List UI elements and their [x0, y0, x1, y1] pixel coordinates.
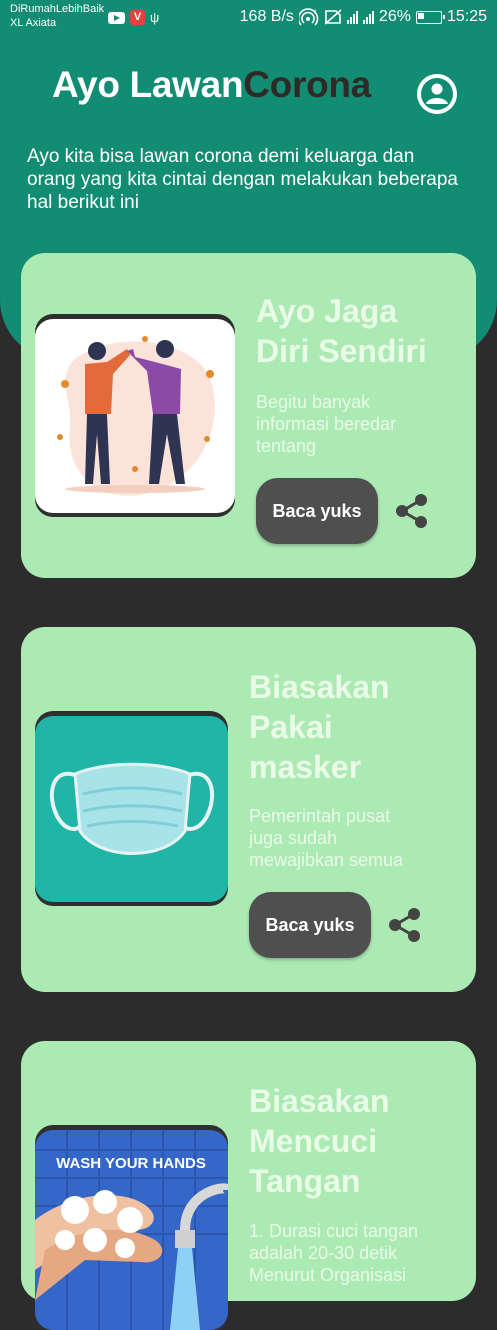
- card-title: Ayo Jaga Diri Sendiri: [256, 293, 427, 369]
- signal-icon: [346, 10, 358, 24]
- app-title: Ayo LawanCorona: [52, 64, 371, 106]
- card-image: [35, 319, 235, 513]
- signal-4g-icon: [362, 10, 374, 24]
- card-description: Begitu banyak informasi beredar tentang: [256, 392, 397, 456]
- clock: 15:25: [446, 8, 487, 25]
- carrier-line2: XL Axiata: [10, 17, 57, 29]
- card-title: Biasakan Pakai masker: [249, 669, 390, 785]
- card-pakai-masker[interactable]: Biasakan Pakai masker Pemerintah pusat j…: [21, 627, 476, 992]
- profile-button[interactable]: [417, 74, 457, 114]
- carrier-line1: DiRumahLebihBaik: [10, 3, 105, 15]
- youtube-icon: [108, 11, 125, 24]
- battery-icon: [415, 10, 445, 24]
- share-icon[interactable]: [394, 493, 428, 529]
- card-title: Biasakan Mencuci Tangan: [249, 1083, 390, 1199]
- wash-hands-illustration: WASH YOUR HANDS: [35, 1130, 228, 1330]
- read-button[interactable]: Baca yuks: [249, 892, 371, 958]
- battery-percent: 26%: [378, 8, 411, 25]
- read-button[interactable]: Baca yuks: [256, 478, 378, 544]
- card-cuci-tangan[interactable]: WASH YOUR HANDS Biasakan Mencuci Tangan …: [21, 1041, 476, 1330]
- app-title-part2: Corona: [243, 64, 371, 105]
- share-icon[interactable]: [387, 907, 421, 943]
- card-description: 1. Durasi cuci tangan adalah 20-30 detik…: [249, 1221, 419, 1285]
- hotspot-icon: 1: [298, 8, 319, 26]
- card-description: Pemerintah pusat juga sudah mewajibkan s…: [249, 806, 404, 870]
- wash-hands-caption: WASH YOUR HANDS: [56, 1155, 206, 1172]
- app-title-part1: Ayo Lawan: [52, 64, 244, 105]
- card-image: [35, 716, 228, 902]
- mask-illustration: [49, 762, 215, 855]
- net-speed: 168 B/s: [239, 8, 294, 25]
- account-icon: [417, 74, 457, 114]
- elbow-bump-illustration: [57, 336, 215, 496]
- status-bar: DiRumahLebihBaik XL Axiata V ψ 168 B/s 1…: [0, 0, 497, 34]
- no-sim-icon: [324, 9, 342, 25]
- carrier-info: DiRumahLebihBaik XL Axiata: [10, 2, 104, 30]
- vivaldi-icon: V: [130, 10, 145, 25]
- intro-text: Ayo kita bisa lawan corona demi keluarga…: [27, 146, 458, 213]
- card-jaga-diri[interactable]: Ayo Jaga Diri Sendiri Begitu banyak info…: [21, 253, 476, 578]
- usb-icon: ψ: [150, 10, 160, 25]
- card-image: WASH YOUR HANDS: [35, 1130, 228, 1330]
